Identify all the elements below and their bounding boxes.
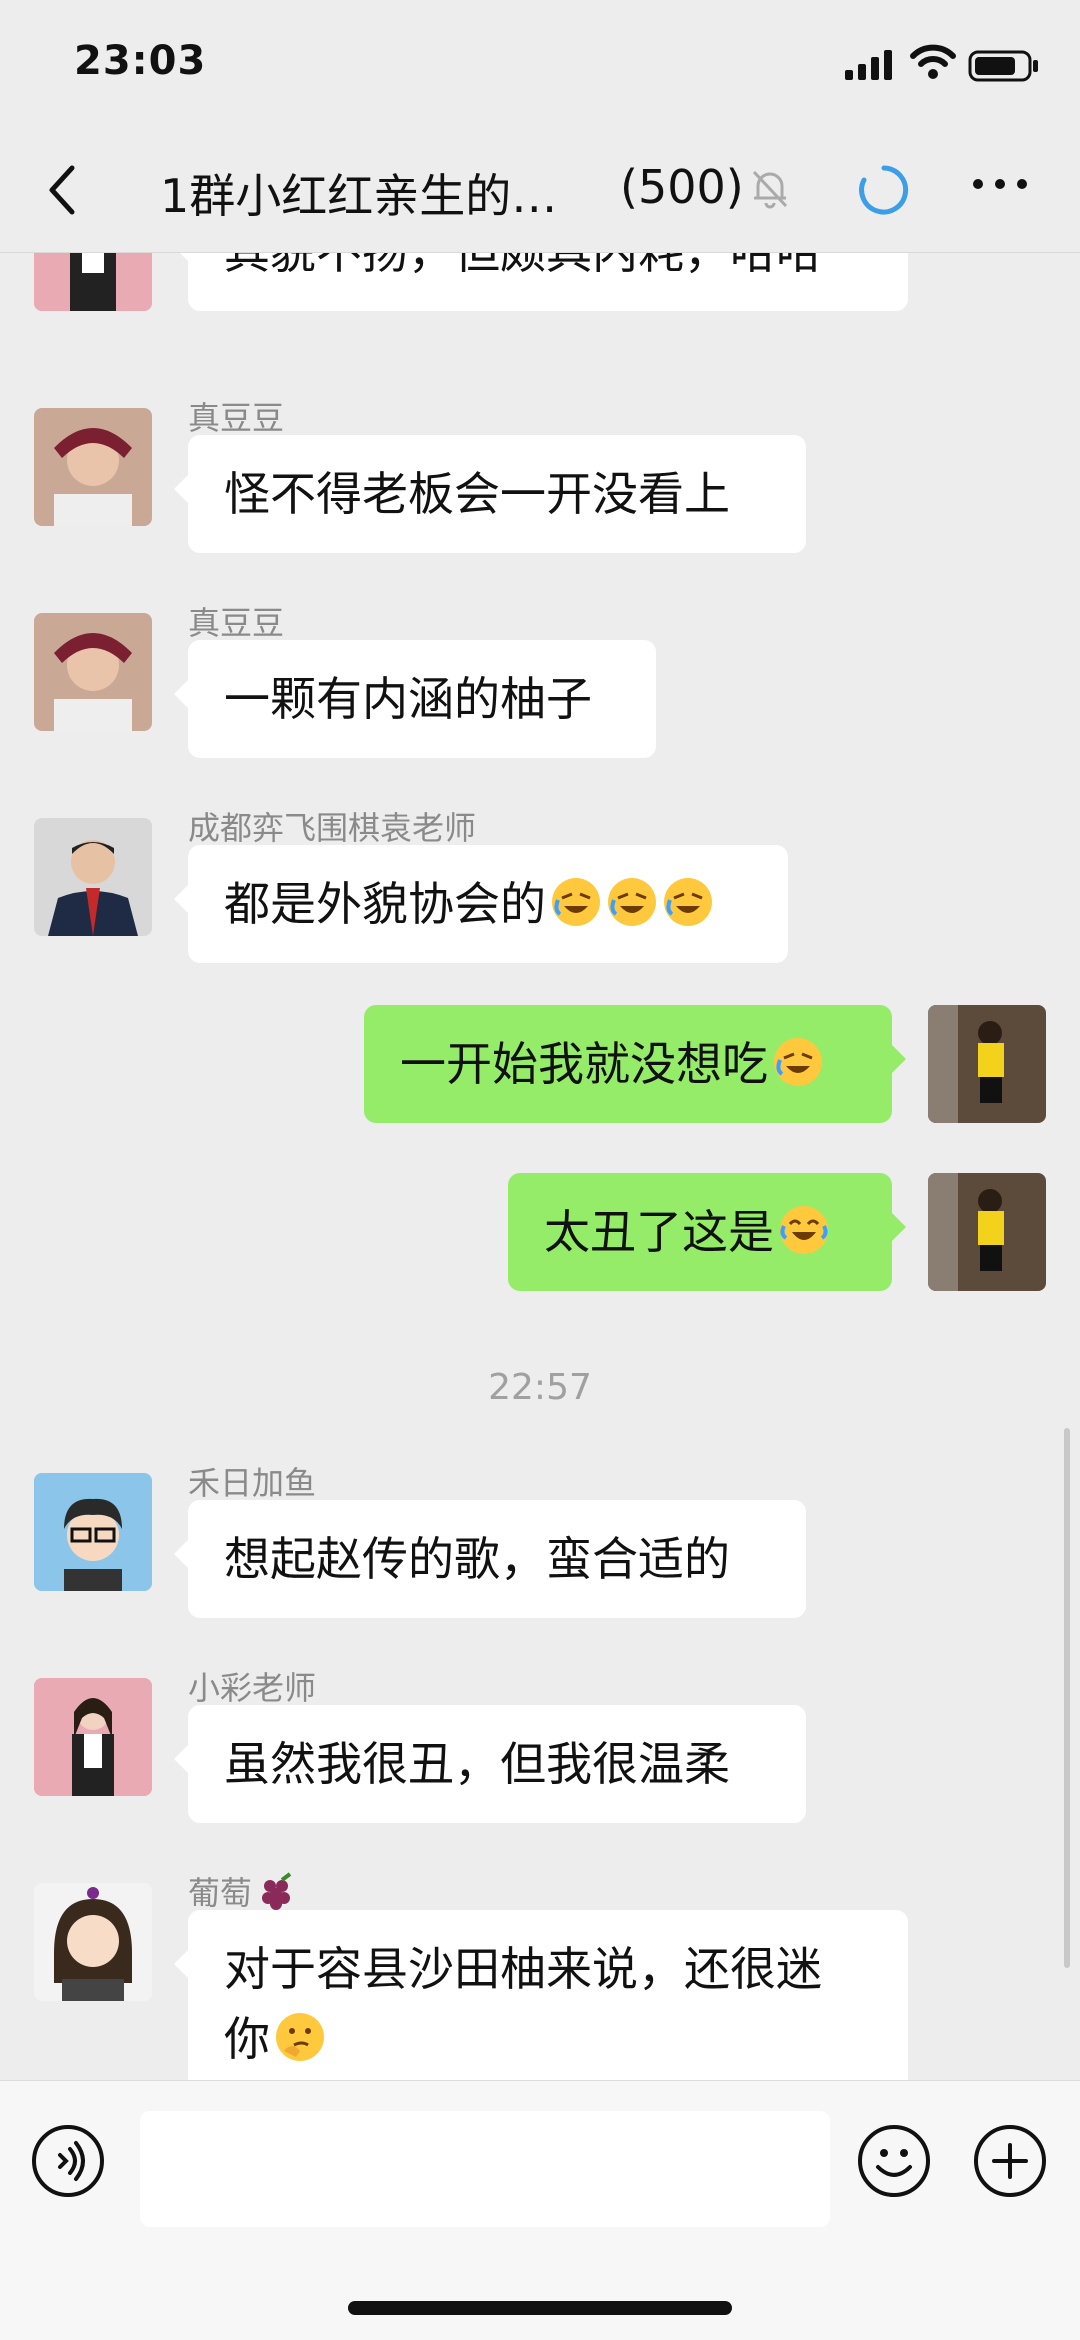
timestamp-separator: 22:57 bbox=[488, 1367, 592, 1408]
message-text: 虽然我很丑，但我很温柔 bbox=[224, 1737, 730, 1791]
cellular-signal-icon bbox=[845, 50, 892, 80]
message-bubble[interactable]: 对于容县沙田柚来说，还很迷 你 bbox=[174, 1910, 908, 2080]
group-title[interactable]: 1群小红红亲生的… bbox=[160, 160, 557, 226]
message-bubble[interactable]: 虽然我很丑，但我很温柔 bbox=[174, 1705, 806, 1823]
avatar[interactable] bbox=[34, 1883, 152, 2001]
message-input[interactable] bbox=[140, 2111, 830, 2227]
message-text: 想起赵传的歌，蛮合适的 bbox=[224, 1532, 730, 1586]
sender-name: 真豆豆 bbox=[188, 604, 285, 642]
sender-name: 小彩老师 bbox=[188, 1669, 317, 1707]
avatar[interactable] bbox=[34, 613, 152, 731]
message-bubble[interactable]: 其貌不扬，但颇具内耗，哈哈 bbox=[174, 253, 908, 311]
sender-name: 真豆豆 bbox=[188, 399, 285, 437]
message-bubble[interactable]: 都是外貌协会的 bbox=[174, 845, 788, 963]
sender-name: 禾日加鱼 bbox=[188, 1464, 317, 1502]
message-text: 都是外貌协会的 bbox=[224, 877, 546, 931]
crying-laughing-emoji bbox=[774, 1038, 822, 1086]
crying-laughing-emoji bbox=[552, 878, 600, 926]
member-count: (500) bbox=[620, 160, 744, 214]
sender-name: 葡萄 bbox=[188, 1868, 296, 1914]
crying-laughing-emoji bbox=[608, 878, 656, 926]
avatar[interactable] bbox=[34, 818, 152, 936]
message-text: 怪不得老板会一开没看上 bbox=[224, 467, 730, 521]
message-bubble[interactable]: 怪不得老板会一开没看上 bbox=[174, 435, 806, 553]
battery-icon bbox=[968, 50, 1038, 82]
message-text: 一开始我就没想吃 bbox=[400, 1037, 768, 1091]
message-bubble-self[interactable]: 太丑了这是 bbox=[508, 1173, 906, 1291]
status-bar: 23:03 bbox=[0, 0, 1080, 130]
message-text: 太丑了这是 bbox=[544, 1205, 774, 1259]
status-time: 23:03 bbox=[74, 38, 207, 84]
thinking-face-emoji bbox=[276, 2013, 324, 2061]
sender-name: 成都弈飞围棋袁老师 bbox=[188, 809, 477, 847]
message-text-line-1: 对于容县沙田柚来说，还很迷 bbox=[224, 1942, 822, 1996]
avatar[interactable] bbox=[34, 253, 152, 311]
grapes-emoji bbox=[262, 1872, 292, 1910]
plus-icon[interactable] bbox=[972, 2123, 1048, 2199]
emoji-icon[interactable] bbox=[856, 2123, 932, 2199]
avatar[interactable] bbox=[34, 1473, 152, 1591]
avatar[interactable] bbox=[34, 408, 152, 526]
home-indicator[interactable] bbox=[348, 2301, 732, 2315]
more-options-icon[interactable] bbox=[970, 174, 1030, 194]
message-list[interactable]: 其貌不扬，但颇具内耗，哈哈 真豆豆 怪不得老板会一开没看上 真豆豆 一颗有内涵的… bbox=[0, 253, 1080, 2080]
message-bubble-self[interactable]: 一开始我就没想吃 bbox=[364, 1005, 906, 1123]
tears-of-joy-emoji bbox=[780, 1206, 828, 1254]
muted-bell-icon bbox=[752, 170, 788, 209]
chat-header: 1群小红红亲生的… (500) bbox=[0, 130, 1080, 253]
wifi-icon bbox=[910, 44, 956, 79]
avatar[interactable] bbox=[34, 1678, 152, 1796]
back-arrow-icon[interactable] bbox=[40, 160, 84, 220]
message-text: 一颗有内涵的柚子 bbox=[224, 672, 592, 726]
message-bubble[interactable]: 一颗有内涵的柚子 bbox=[174, 640, 656, 758]
self-avatar[interactable] bbox=[928, 1005, 1046, 1123]
self-avatar[interactable] bbox=[928, 1173, 1046, 1291]
voice-icon[interactable] bbox=[30, 2123, 106, 2199]
crying-laughing-emoji bbox=[664, 878, 712, 926]
scrollbar[interactable] bbox=[1064, 1428, 1070, 1968]
message-text: 其貌不扬，但颇具内耗，哈哈 bbox=[224, 253, 822, 279]
message-bubble[interactable]: 想起赵传的歌，蛮合适的 bbox=[174, 1500, 806, 1618]
loading-spinner-icon bbox=[859, 165, 909, 215]
message-text-line-2: 你 bbox=[224, 2012, 270, 2066]
